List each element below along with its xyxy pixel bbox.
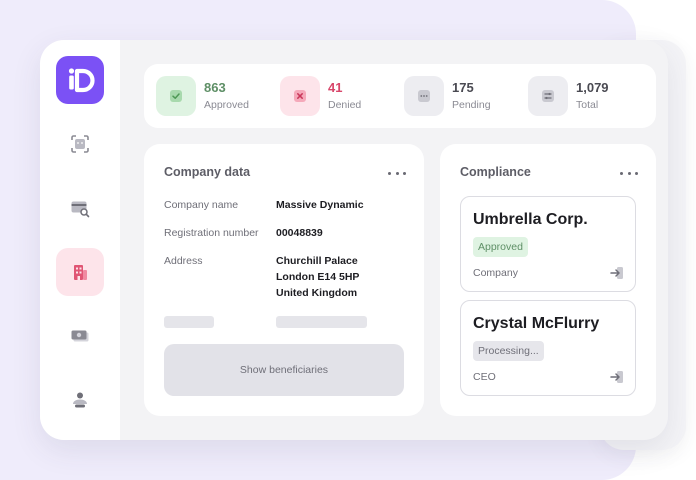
money-icon [71, 330, 89, 342]
entity-role: Company [473, 267, 518, 279]
compliance-entry[interactable]: Umbrella Corp. Approved Company [460, 196, 636, 292]
stat-label: Pending [452, 99, 491, 111]
logo-icon [68, 68, 95, 93]
stat-value: 1,079 [576, 80, 609, 95]
stat-pending[interactable]: 175 Pending [404, 76, 491, 116]
field-value: Massive Dynamic [276, 199, 364, 211]
check-icon [170, 90, 182, 102]
stat-total[interactable]: 1,079 Total [528, 76, 609, 116]
card-title: Company data [164, 165, 251, 179]
more-options-icon[interactable] [620, 168, 638, 178]
x-icon [294, 90, 306, 102]
stat-label: Approved [204, 99, 249, 111]
building-icon [74, 265, 87, 280]
address-value: Churchill Palace London E14 5HP United K… [276, 253, 359, 301]
more-options-icon[interactable] [388, 168, 406, 178]
company-data-card: Company data Company name Massive Dynami… [144, 144, 424, 416]
entity-name: Umbrella Corp. [473, 211, 588, 228]
field-value: 00048839 [276, 227, 323, 239]
field-label: Registration number [164, 227, 259, 239]
stats-bar: 863 Approved 41 Denied 175 Pending 1,079… [144, 64, 656, 128]
show-beneficiaries-button[interactable]: Show beneficiaries [164, 344, 404, 396]
skeleton-placeholder [164, 316, 214, 328]
entity-role: CEO [473, 371, 496, 383]
status-badge: Approved [473, 237, 528, 257]
sidebar [40, 40, 120, 440]
address-line: Churchill Palace [276, 255, 358, 267]
nav-item-face-scan[interactable] [56, 120, 104, 168]
nav-item-companies[interactable] [56, 248, 104, 296]
stat-label: Total [576, 99, 599, 111]
list-icon [542, 90, 554, 102]
users-icon [73, 392, 87, 408]
field-label: Address [164, 255, 203, 267]
stat-denied[interactable]: 41 Denied [280, 76, 361, 116]
stat-value: 41 [328, 80, 343, 95]
nav-item-users[interactable] [56, 376, 104, 424]
ellipsis-icon [418, 90, 430, 102]
app-logo[interactable] [56, 56, 104, 104]
stat-icon-box [528, 76, 568, 116]
stat-value: 863 [204, 80, 226, 95]
open-arrow-icon[interactable] [609, 265, 625, 281]
nav-item-id-search[interactable] [56, 184, 104, 232]
compliance-card: Compliance Umbrella Corp. Approved Compa… [440, 144, 656, 416]
nav-item-payments[interactable] [56, 312, 104, 360]
stat-icon-box [280, 76, 320, 116]
face-scan-icon [71, 135, 89, 153]
id-card-search-icon [71, 201, 90, 218]
stat-label: Denied [328, 99, 362, 111]
address-line: London E14 5HP [276, 271, 360, 283]
stat-icon-box [404, 76, 444, 116]
compliance-entry[interactable]: Crystal McFlurry Processing... CEO [460, 300, 636, 396]
address-line: United Kingdom [276, 287, 358, 299]
card-title: Compliance [460, 165, 531, 179]
stat-icon-box [156, 76, 196, 116]
app-window: 863 Approved 41 Denied 175 Pending 1,079… [40, 40, 668, 440]
stat-value: 175 [452, 80, 474, 95]
stat-approved[interactable]: 863 Approved [156, 76, 249, 116]
open-arrow-icon[interactable] [609, 369, 625, 385]
status-badge: Processing... [473, 341, 544, 361]
entity-name: Crystal McFlurry [473, 315, 600, 332]
skeleton-placeholder [276, 316, 367, 328]
field-label: Company name [164, 199, 239, 211]
